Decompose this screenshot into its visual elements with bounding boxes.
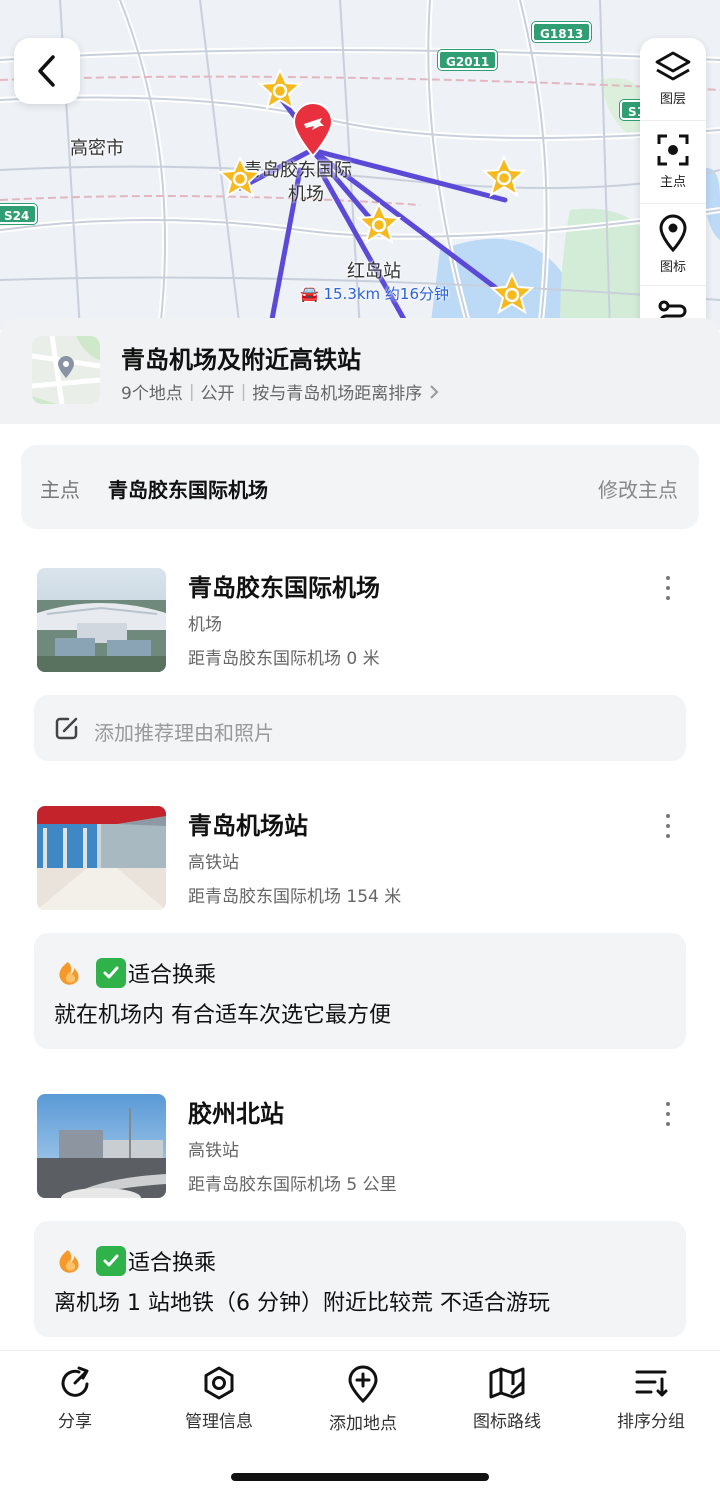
route-info: 🚘 15.3km 约16分钟 (300, 283, 449, 304)
main-point-tag: 主点 (40, 478, 80, 502)
main-point-label: 主点 (659, 175, 686, 191)
main-point-bar: 主点 青岛胶东国际机场 修改主点 (21, 445, 699, 529)
add-place-button[interactable]: 添加地点 (303, 1365, 423, 1434)
list-item[interactable]: 青岛机场站 高铁站 距青岛胶东国际机场 154 米 (0, 798, 720, 918)
place-photo (37, 568, 166, 672)
more-icon[interactable] (660, 1102, 676, 1126)
place-category: 高铁站 (188, 853, 239, 873)
more-icon[interactable] (660, 814, 676, 838)
station-star-pin[interactable] (218, 156, 262, 200)
place-distance: 距青岛胶东国际机场 0 米 (188, 649, 380, 669)
place-name: 青岛机场站 (188, 812, 308, 840)
layers-label: 图层 (659, 92, 686, 108)
share-button[interactable]: 分享 (15, 1365, 135, 1432)
list-thumbnail (32, 336, 100, 404)
note-header: 适合换乘 (54, 1245, 216, 1277)
add-note-label: 添加推荐理由和照片 (94, 721, 274, 745)
city-label: 高密市 (70, 138, 124, 159)
list-item[interactable]: 胶州北站 高铁站 距青岛胶东国际机场 5 公里 (0, 1086, 720, 1206)
station-map-label: 红岛站 (347, 261, 401, 282)
highway-shield: G2011 (438, 50, 498, 70)
list-title: 青岛机场及附近高铁站 (121, 346, 361, 374)
airport-pin-icon[interactable] (290, 102, 336, 158)
station-star-pin[interactable] (490, 272, 534, 316)
place-photo (37, 806, 166, 910)
sort-icon (635, 1370, 668, 1397)
route-info-text: 15.3km 约16分钟 (323, 285, 450, 303)
place-name: 青岛胶东国际机场 (188, 574, 380, 602)
add-place-icon (348, 1365, 378, 1403)
place-category: 高铁站 (188, 1141, 239, 1161)
home-indicator[interactable] (231, 1473, 489, 1481)
more-icon[interactable] (660, 576, 676, 600)
edit-main-point-button[interactable]: 修改主点 (598, 474, 678, 503)
map-route-icon (489, 1367, 525, 1399)
highway-shield: S24 (0, 204, 38, 224)
chevron-right-icon (430, 384, 439, 399)
airport-map-label-line2: 机场 (288, 184, 324, 205)
car-icon: 🚘 (300, 285, 319, 303)
station-photo (37, 806, 166, 910)
list-item[interactable]: 青岛胶东国际机场 机场 距青岛胶东国际机场 0 米 (0, 560, 720, 680)
manage-info-button[interactable]: 管理信息 (159, 1365, 279, 1432)
recommend-note[interactable]: 适合换乘 离机场 1 站地铁（6 分钟）附近比较荒 不适合游玩 (34, 1221, 686, 1337)
recommend-note[interactable]: 适合换乘 就在机场内 有合适车次选它最方便 (34, 933, 686, 1049)
note-text: 离机场 1 站地铁（6 分钟）附近比较荒 不适合游玩 (54, 1291, 550, 1316)
icon-button[interactable]: 图标 (640, 204, 706, 287)
add-note-button[interactable]: 添加推荐理由和照片 (34, 695, 686, 761)
check-icon (96, 958, 126, 988)
station-star-pin[interactable] (482, 155, 526, 199)
icon-label: 图标 (659, 259, 686, 275)
check-icon (96, 1246, 126, 1276)
place-distance: 距青岛胶东国际机场 154 米 (188, 887, 402, 907)
focus-point-icon (657, 134, 689, 166)
note-tag: 适合换乘 (128, 1251, 217, 1276)
place-count: 9个地点 (121, 384, 183, 404)
station-photo (37, 1094, 166, 1198)
map-view[interactable]: G1813 G2011 S24 S1 高密市 青岛胶东国际 机场 红岛站 🚘 1… (0, 0, 720, 330)
manage-icon (204, 1366, 234, 1400)
airport-photo (37, 568, 166, 672)
manage-info-label: 管理信息 (185, 1412, 253, 1432)
layers-button[interactable]: 图层 (640, 38, 706, 121)
sort-rule: 按与青岛机场距离排序 (252, 384, 423, 404)
note-tag: 适合换乘 (128, 963, 217, 988)
back-button[interactable] (14, 38, 80, 104)
station-star-pin[interactable] (357, 202, 401, 246)
chevron-left-icon (38, 55, 55, 87)
note-text: 就在机场内 有合适车次选它最方便 (54, 1003, 391, 1028)
bottom-action-bar: 分享 管理信息 添加地点 图标路线 排序分组 (0, 1350, 720, 1495)
list-meta[interactable]: 9个地点 | 公开 | 按与青岛机场距离排序 (121, 379, 442, 404)
sort-group-button[interactable]: 排序分组 (591, 1365, 711, 1432)
sort-group-label: 排序分组 (617, 1412, 685, 1432)
add-place-label: 添加地点 (329, 1414, 397, 1434)
place-category: 机场 (188, 615, 222, 635)
note-header: 适合换乘 (54, 957, 216, 989)
highway-shield: G1813 (532, 22, 592, 42)
place-photo (37, 1094, 166, 1198)
map-pin-icon (659, 214, 687, 252)
share-label: 分享 (58, 1412, 92, 1432)
edit-icon (55, 717, 78, 740)
place-distance: 距青岛胶东国际机场 5 公里 (188, 1175, 397, 1195)
icon-route-button[interactable]: 图标路线 (447, 1365, 567, 1432)
fire-icon (59, 962, 79, 985)
main-point-name: 青岛胶东国际机场 (108, 478, 268, 502)
place-name: 胶州北站 (188, 1100, 284, 1128)
main-point-button[interactable]: 主点 (640, 121, 706, 204)
share-icon (61, 1366, 89, 1397)
layers-icon (655, 51, 691, 81)
map-thumbnail-icon (32, 336, 100, 404)
fire-icon (59, 1250, 79, 1273)
visibility: 公开 (200, 384, 235, 404)
icon-route-label: 图标路线 (473, 1412, 541, 1432)
list-header[interactable]: 青岛机场及附近高铁站 9个地点 | 公开 | 按与青岛机场距离排序 (0, 318, 720, 424)
